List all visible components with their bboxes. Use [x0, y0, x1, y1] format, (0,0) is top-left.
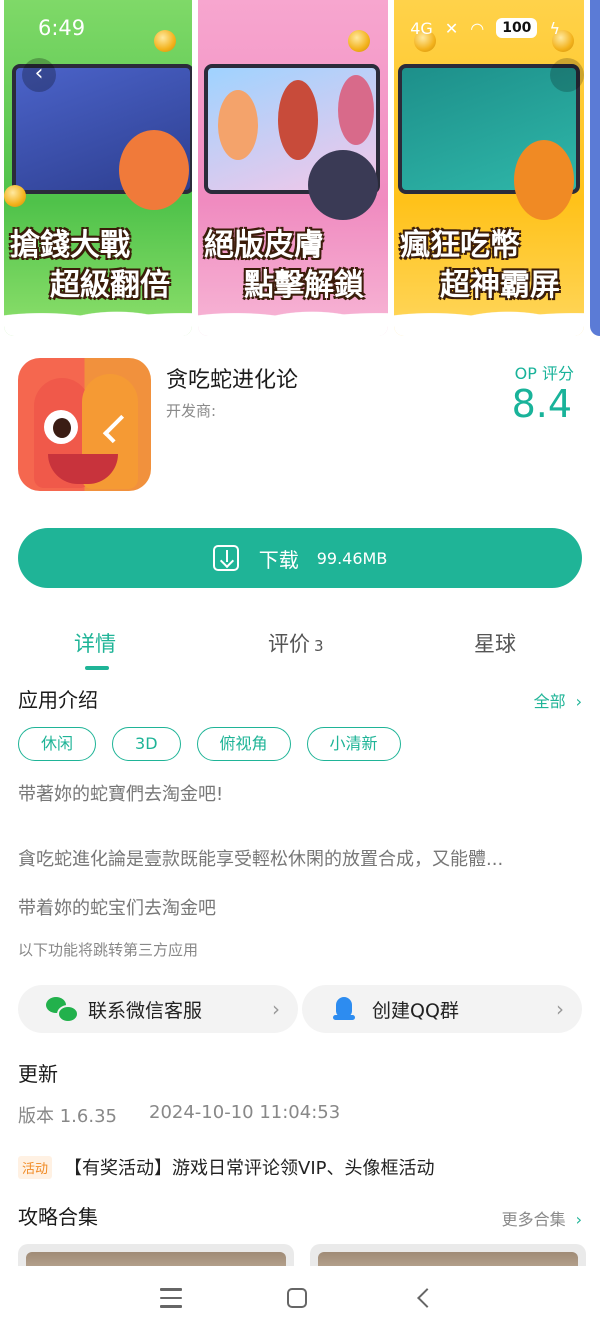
recent-apps-icon[interactable]	[160, 1288, 182, 1308]
character-image	[119, 130, 189, 210]
score-value: 8.4	[511, 382, 572, 426]
battery-icon: 100	[496, 18, 538, 38]
mute-icon: ✕	[444, 18, 459, 38]
activity-item[interactable]: 活动 【有奖活动】游戏日常评论领VIP、头像框活动	[18, 1154, 435, 1180]
banner-caption: 瘋狂吃幣 超神霸屏	[400, 228, 560, 303]
activity-text: 【有奖活动】游戏日常评论领VIP、头像框活动	[64, 1158, 435, 1179]
banner-caption: 絕版皮膚 點擊解鎖	[204, 228, 364, 303]
developer-label: 开发商:	[166, 402, 217, 420]
tab-bar: 详情 评价 3 星球	[0, 628, 600, 672]
tag[interactable]: 俯视角	[196, 727, 291, 761]
description-line: 带着妳的蛇宝们去淘金吧	[18, 898, 216, 919]
description-line: 带著妳的蛇寶們去淘金吧!	[18, 784, 224, 805]
download-button[interactable]: 下载 99.46MB	[18, 528, 582, 588]
cloud-decoration	[394, 296, 584, 336]
cloud-decoration	[4, 296, 192, 336]
screenshot-carousel[interactable]: 搶錢大戰 超級翻倍 絕版皮膚 點擊解鎖 瘋狂吃幣 超神霸屏	[0, 0, 600, 340]
chevron-right-icon: ›	[272, 997, 280, 1021]
app-title: 贪吃蛇进化论	[166, 368, 299, 393]
update-title: 更新	[18, 1062, 58, 1086]
tab-review-count: 3	[314, 637, 324, 655]
wifi-icon: ◠	[470, 18, 485, 38]
app-icon-eye	[44, 410, 78, 444]
back-icon[interactable]	[417, 1288, 437, 1308]
wechat-service-button[interactable]: 联系微信客服 ›	[18, 985, 298, 1033]
chevron-right-icon: ›	[556, 997, 564, 1021]
tag[interactable]: 3D	[112, 727, 181, 761]
tab-indicator	[85, 666, 109, 670]
chevron-right-icon: ›	[575, 1210, 582, 1229]
create-qq-group-button[interactable]: 创建QQ群 ›	[302, 985, 582, 1033]
back-button[interactable]: ‹	[22, 58, 56, 92]
third-party-note: 以下功能将跳转第三方应用	[18, 941, 199, 959]
status-time: 6:49	[38, 16, 86, 40]
update-date: 2024-10-10 11:04:53	[149, 1102, 341, 1123]
character-image	[278, 80, 318, 160]
tag[interactable]: 休闲	[18, 727, 97, 761]
character-image	[338, 75, 374, 145]
chevron-right-icon: ›	[575, 692, 582, 711]
character-image	[308, 150, 378, 220]
charging-icon: ϟ	[549, 18, 560, 38]
banner-caption: 搶錢大戰 超級翻倍	[10, 228, 170, 303]
download-size: 99.46MB	[316, 548, 388, 568]
more-guides-label: 更多合集	[501, 1210, 566, 1229]
tag[interactable]: 小清新	[306, 727, 401, 761]
chevron-left-icon: ‹	[34, 61, 44, 86]
screenshot-card[interactable]: 絕版皮膚 點擊解鎖	[198, 0, 388, 336]
cloud-decoration	[198, 296, 388, 336]
status-bar: 6:49 4G ✕ ◠ 100 ϟ	[0, 14, 600, 44]
score-label: OP 评分	[514, 364, 574, 383]
guides-title: 攻略合集	[18, 1205, 98, 1229]
screenshot-card[interactable]: 瘋狂吃幣 超神霸屏	[394, 0, 584, 336]
wechat-icon	[46, 997, 79, 1023]
download-icon	[212, 545, 239, 571]
tab-detail[interactable]: 详情	[74, 628, 116, 658]
screenshot-card-partial[interactable]	[590, 0, 600, 336]
system-nav-bar	[0, 1266, 600, 1333]
intro-title: 应用介绍	[18, 688, 98, 712]
download-label: 下载	[258, 547, 299, 572]
description-line[interactable]: 貪吃蛇進化論是壹款既能享受輕松休閑的放置合成，又能體...	[18, 845, 582, 871]
character-image	[514, 140, 574, 220]
coin-decoration	[4, 185, 26, 207]
tab-review-label: 评价	[268, 632, 310, 656]
app-icon	[18, 358, 151, 491]
update-version: 版本 1.6.35	[18, 1106, 117, 1127]
network-icon: 4G	[410, 18, 433, 38]
home-icon[interactable]	[287, 1288, 307, 1308]
character-image	[218, 90, 258, 160]
qq-icon	[330, 997, 360, 1021]
tag-list: 休闲 3D 俯视角 小清新	[18, 727, 401, 761]
status-icons: 4G ✕ ◠ 100 ϟ	[410, 18, 560, 38]
more-guides-link[interactable]: 更多合集 ›	[502, 1206, 582, 1230]
tab-review[interactable]: 评价 3	[268, 628, 324, 658]
see-all-label: 全部	[533, 692, 566, 711]
see-all-link[interactable]: 全部 ›	[534, 688, 582, 712]
more-button[interactable]	[550, 58, 584, 92]
wechat-service-label: 联系微信客服	[88, 999, 203, 1022]
tab-planet[interactable]: 星球	[474, 628, 516, 658]
create-qq-group-label: 创建QQ群	[372, 999, 459, 1022]
activity-badge: 活动	[18, 1155, 53, 1179]
screenshot-card[interactable]: 搶錢大戰 超級翻倍	[4, 0, 192, 336]
